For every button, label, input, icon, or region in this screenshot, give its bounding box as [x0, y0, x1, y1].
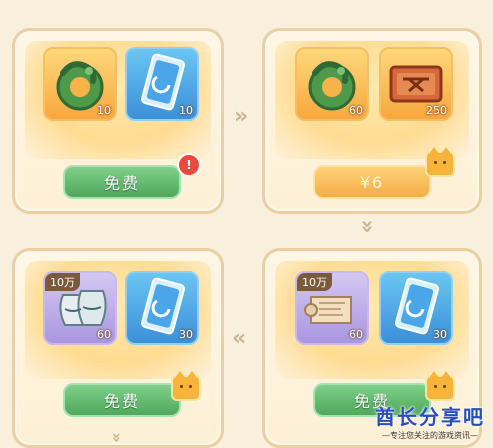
chevron-down-icon: »	[354, 219, 380, 234]
item-count: 30	[433, 328, 447, 341]
reward-slot-card[interactable]: 30	[125, 271, 199, 345]
item-count: 10	[179, 104, 193, 117]
cat-badge-icon	[425, 147, 455, 177]
watermark: 酋长分享吧 —专注您关注的游戏资讯—	[375, 401, 485, 441]
chevron-right-icon: »	[234, 104, 249, 129]
chevron-left-icon: «	[232, 326, 247, 351]
reward-slot-vase[interactable]: 10万 60	[43, 271, 117, 345]
reward-slot-card[interactable]: 30	[379, 271, 453, 345]
item-count: 60	[97, 328, 111, 341]
watermark-title: 酋长分享吧	[375, 405, 485, 429]
reward-slot-jade[interactable]: 60	[295, 47, 369, 121]
reward-card-2: 60 250 ¥6	[262, 28, 482, 214]
item-count: 30	[179, 328, 193, 341]
reward-card-3: 10万 60 30 免费	[12, 248, 224, 448]
reward-slot-scroll[interactable]: 10万 60	[295, 271, 369, 345]
reward-slot-card[interactable]: 10	[125, 47, 199, 121]
claim-free-button[interactable]: 免费	[63, 383, 181, 417]
watermark-subtitle: —专注您关注的游戏资讯—	[382, 431, 478, 440]
item-count: 250	[426, 104, 447, 117]
reward-card-1: 10 10 免费 !	[12, 28, 224, 214]
item-count: 10	[97, 104, 111, 117]
reward-slot-tablet[interactable]: 250	[379, 47, 453, 121]
purchase-button[interactable]: ¥6	[313, 165, 431, 199]
reward-slot-jade[interactable]: 10	[43, 47, 117, 121]
cat-badge-icon	[425, 371, 455, 401]
quantity-tag: 10万	[45, 273, 80, 291]
claim-free-button[interactable]: 免费	[63, 165, 181, 199]
alert-badge: !	[177, 153, 201, 177]
chevron-down-icon: »	[107, 432, 127, 443]
cat-badge-icon	[171, 371, 201, 401]
item-count: 60	[349, 328, 363, 341]
quantity-tag: 10万	[297, 273, 332, 291]
item-count: 60	[349, 104, 363, 117]
